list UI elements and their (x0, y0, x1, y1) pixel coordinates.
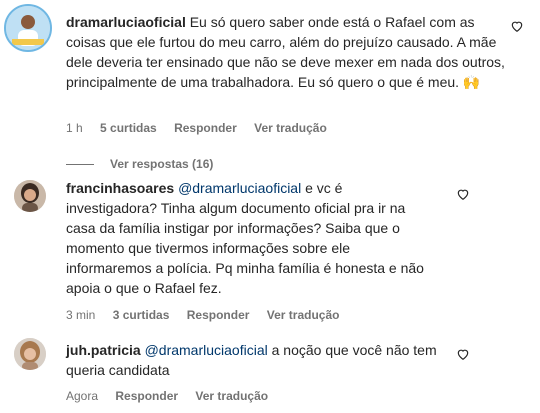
comment-time: 3 min (66, 308, 96, 322)
view-replies-label[interactable]: Ver respostas (16) (110, 157, 213, 171)
likes-count-button[interactable]: 3 curtidas (113, 308, 170, 322)
avatar-image (14, 338, 46, 370)
comment-body: dramarluciaoficial Eu só quero saber ond… (66, 12, 506, 92)
comment-time: Agora (66, 389, 99, 403)
avatar-image (6, 6, 50, 50)
avatar[interactable] (14, 180, 46, 212)
likes-count-button[interactable]: 5 curtidas (100, 121, 157, 135)
avatar[interactable] (14, 338, 46, 370)
comment-meta: Agora Responder Ver tradução (66, 389, 282, 403)
comment-mention[interactable]: @dramarluciaoficial (145, 342, 268, 358)
heart-icon[interactable] (456, 187, 470, 201)
comment-meta: 3 min 3 curtidas Responder Ver tradução (66, 308, 353, 322)
view-replies-button[interactable]: Ver respostas (16) (66, 157, 213, 171)
avatar[interactable] (4, 4, 52, 52)
comment-mention[interactable]: @dramarluciaoficial (178, 180, 301, 196)
translate-button[interactable]: Ver tradução (195, 389, 268, 403)
comment-meta: 1 h 5 curtidas Responder Ver tradução (66, 121, 341, 135)
comment-body: juh.patricia @dramarluciaoficial a noção… (66, 340, 446, 380)
reply-button[interactable]: Responder (115, 389, 178, 403)
translate-button[interactable]: Ver tradução (254, 121, 327, 135)
heart-icon[interactable] (510, 19, 524, 33)
comment-username[interactable]: juh.patricia (66, 342, 141, 358)
comment-username[interactable]: francinhasoares (66, 180, 174, 196)
replies-divider (66, 163, 94, 165)
heart-icon[interactable] (456, 347, 470, 361)
translate-button[interactable]: Ver tradução (267, 308, 340, 322)
avatar-image (14, 180, 46, 212)
reply-button[interactable]: Responder (187, 308, 250, 322)
comment-body: francinhasoares @dramarluciaoficial e vc… (66, 178, 428, 298)
comment-text: e vc é investigadora? Tinha algum docume… (66, 180, 424, 296)
comment-username[interactable]: dramarluciaoficial (66, 14, 186, 30)
comment-time: 1 h (66, 121, 83, 135)
reply-button[interactable]: Responder (174, 121, 237, 135)
